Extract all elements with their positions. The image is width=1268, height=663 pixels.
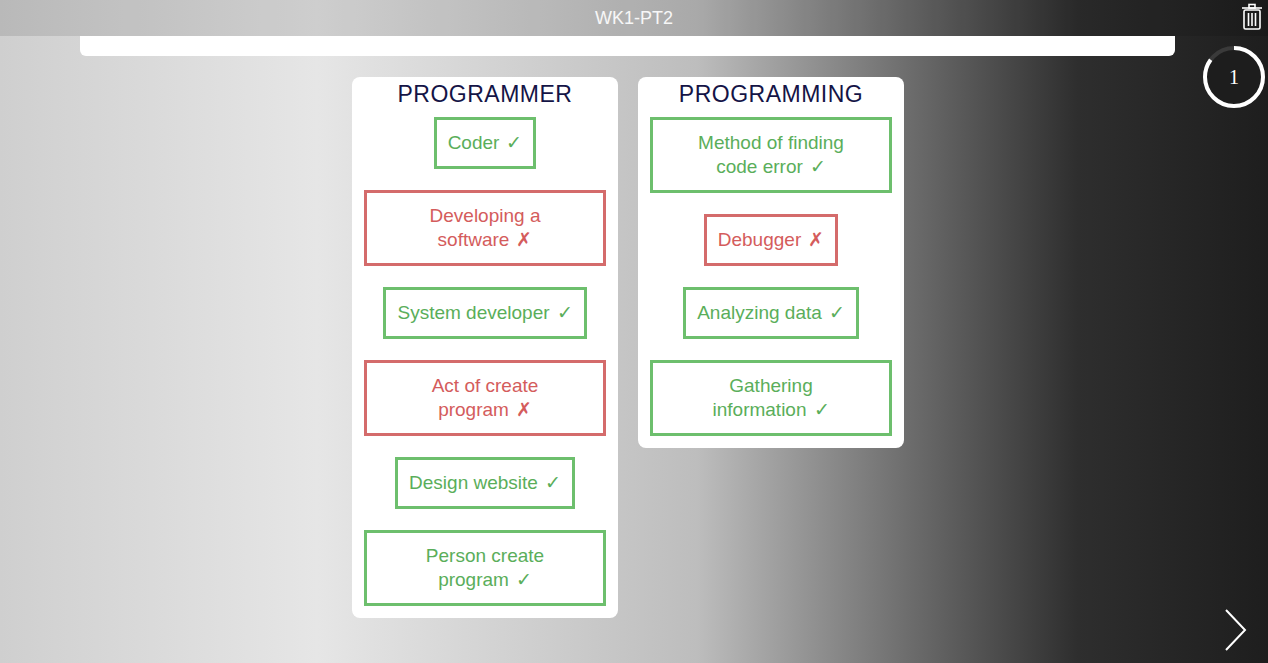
answer-card[interactable]: Debugger ✗ xyxy=(704,214,838,266)
answer-text: Design website xyxy=(409,472,538,493)
result-mark: ✓ xyxy=(829,302,845,323)
result-mark: ✗ xyxy=(516,399,532,420)
timer: 1 xyxy=(1202,45,1266,109)
columns: PROGRAMMER Coder ✓ Developing a software ✗ Sys… xyxy=(0,77,1268,618)
result-mark: ✗ xyxy=(808,229,824,250)
answer-text: Coder xyxy=(448,132,500,153)
answer-card[interactable]: System developer ✓ xyxy=(383,287,586,339)
top-bar xyxy=(80,36,1175,56)
answer-text: Method of finding xyxy=(698,132,844,153)
answer-list: Method of finding code error ✓ Debugger ✗ Ana… xyxy=(648,117,894,436)
answer-card[interactable]: Analyzing data ✓ xyxy=(683,287,859,339)
answer-card[interactable]: Method of finding code error ✓ xyxy=(650,117,892,193)
category-card: PROGRAMMER Coder ✓ Developing a software ✗ Sys… xyxy=(352,77,618,618)
answer-card[interactable]: Coder ✓ xyxy=(434,117,537,169)
timer-fill xyxy=(1205,48,1263,106)
result-mark: ✓ xyxy=(516,569,532,590)
trash-icon[interactable] xyxy=(1240,3,1264,31)
category-title: PROGRAMMER xyxy=(398,79,573,109)
answer-text: Debugger xyxy=(718,229,801,250)
category-card: PROGRAMMING Method of finding code error ✓ D… xyxy=(638,77,904,448)
background-photo xyxy=(0,0,1268,663)
answer-text: Person create xyxy=(426,545,544,566)
answer-text: System developer xyxy=(397,302,549,323)
answer-card[interactable]: Gathering information ✓ xyxy=(650,360,892,436)
next-arrow-icon[interactable] xyxy=(1222,607,1248,653)
page-title: WK1-PT2 xyxy=(595,5,673,32)
timer-value: 1 xyxy=(1229,62,1239,92)
result-mark: ✓ xyxy=(814,399,830,420)
answer-text: software xyxy=(438,229,510,250)
answer-card[interactable]: Developing a software ✗ xyxy=(364,190,606,266)
answer-text: code error xyxy=(716,156,803,177)
result-mark: ✓ xyxy=(810,156,826,177)
answer-text: Developing a xyxy=(430,205,541,226)
result-mark: ✗ xyxy=(516,229,532,250)
answer-text: program xyxy=(438,569,509,590)
answer-text: Gathering xyxy=(729,375,812,396)
result-mark: ✓ xyxy=(557,302,573,323)
category-title: PROGRAMMING xyxy=(679,79,863,109)
answer-card[interactable]: Person create program ✓ xyxy=(364,530,606,606)
answer-text: Act of create xyxy=(432,375,539,396)
answer-card[interactable]: Design website ✓ xyxy=(395,457,575,509)
answer-text: program xyxy=(438,399,509,420)
answer-card[interactable]: Act of create program ✗ xyxy=(364,360,606,436)
answer-text: Analyzing data xyxy=(697,302,822,323)
result-mark: ✓ xyxy=(506,132,522,153)
result-mark: ✓ xyxy=(545,472,561,493)
answer-text: information xyxy=(713,399,807,420)
answer-list: Coder ✓ Developing a software ✗ System develo… xyxy=(362,117,608,606)
title-bar: WK1-PT2 xyxy=(0,0,1268,36)
